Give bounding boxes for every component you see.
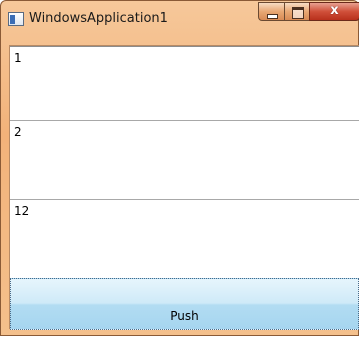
- row-2-text: 2: [14, 125, 22, 139]
- push-button[interactable]: Push: [10, 278, 359, 330]
- app-icon[interactable]: [8, 12, 24, 26]
- row-3-text: 12: [14, 204, 30, 218]
- minimize-button[interactable]: [258, 2, 285, 21]
- title-bar[interactable]: WindowsApplication1 x: [1, 1, 359, 37]
- text-row-2[interactable]: 2: [10, 121, 359, 200]
- text-row-1[interactable]: 1: [10, 46, 359, 121]
- maximize-button[interactable]: [284, 2, 310, 21]
- client-area: 1 2 12 Push: [9, 45, 359, 330]
- close-icon: x: [330, 3, 339, 18]
- row-1-text: 1: [14, 51, 22, 65]
- text-row-3[interactable]: 12: [10, 200, 359, 278]
- close-button[interactable]: x: [309, 2, 359, 21]
- application-window: WindowsApplication1 x 1 2 12 Push: [0, 0, 359, 336]
- window-title: WindowsApplication1: [29, 11, 168, 26]
- push-button-label: Push: [170, 309, 199, 323]
